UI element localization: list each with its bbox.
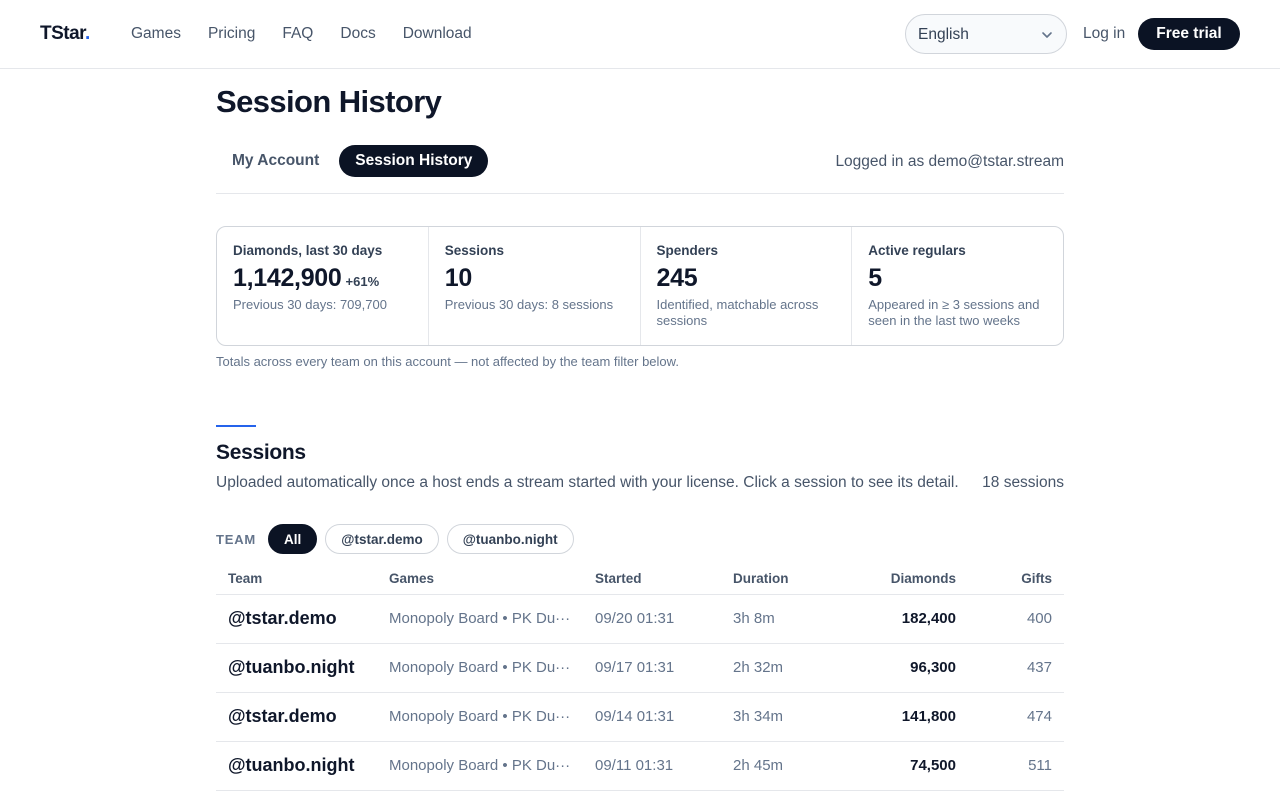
- stats-note: Totals across every team on this account…: [216, 354, 679, 369]
- row-team: @tstar.demo: [228, 706, 337, 726]
- row-games: Monopoly Board • PK Du···: [389, 659, 571, 676]
- top-nav: TStar. Games Pricing FAQ Docs Download E…: [0, 0, 1280, 69]
- language-value: English: [918, 26, 969, 43]
- stat-diamonds: Diamonds, last 30 days 1,142,900 +61% Pre…: [217, 227, 429, 345]
- stat-delta: +61%: [345, 274, 380, 289]
- row-duration: 3h 34m: [733, 708, 784, 725]
- column-header-games[interactable]: Games: [389, 571, 434, 586]
- divider: [216, 193, 1064, 194]
- column-header-gifts[interactable]: Gifts: [1021, 571, 1052, 586]
- stat-label: Active regulars: [868, 243, 966, 258]
- row-team: @tuanbo.night: [228, 657, 355, 677]
- nav-link-download[interactable]: Download: [403, 25, 472, 43]
- row-gifts: 400: [1026, 610, 1052, 627]
- nav-link-games[interactable]: Games: [131, 25, 181, 43]
- row-diamonds: 74,500: [910, 757, 956, 774]
- row-duration: 2h 32m: [733, 659, 784, 676]
- column-header-started[interactable]: Started: [595, 571, 642, 586]
- nav-link-docs[interactable]: Docs: [340, 25, 375, 43]
- stat-value: 10: [444, 264, 473, 292]
- page-title: Session History: [216, 84, 442, 119]
- stat-label: Spenders: [656, 243, 719, 258]
- column-header-team[interactable]: Team: [228, 571, 262, 586]
- row-team: @tuanbo.night: [228, 755, 355, 775]
- free-trial-button[interactable]: Free trial: [1138, 18, 1240, 50]
- stats-panel: Diamonds, last 30 days 1,142,900 +61% Pre…: [216, 226, 1064, 346]
- row-diamonds: 182,400: [901, 610, 956, 627]
- row-diamonds: 141,800: [901, 708, 956, 725]
- row-diamonds: 96,300: [910, 659, 956, 676]
- table-row[interactable]: @tuanbo.night Monopoly Board • PK Du··· …: [216, 742, 1064, 791]
- language-select[interactable]: English: [905, 14, 1067, 54]
- sessions-count: 18 sessions: [982, 474, 1064, 491]
- team-filter: TEAM All @tstar.demo @tuanbo.night: [216, 524, 582, 554]
- tab-my-account[interactable]: My Account: [216, 145, 335, 177]
- stat-label: Sessions: [444, 243, 505, 258]
- stat-subtext: Previous 30 days: 8 sessions: [444, 297, 614, 312]
- row-started: 09/14 01:31: [595, 708, 675, 725]
- row-duration: 3h 8m: [733, 610, 775, 627]
- nav-links: Games Pricing FAQ Docs Download: [131, 25, 499, 43]
- stat-subtext: Previous 30 days: 709,700: [233, 297, 387, 312]
- row-started: 09/17 01:31: [595, 659, 675, 676]
- row-games: Monopoly Board • PK Du···: [389, 708, 571, 725]
- row-games: Monopoly Board • PK Du···: [389, 610, 571, 627]
- row-duration: 2h 45m: [733, 757, 784, 774]
- stat-subtext: Appeared in ≥ 3 sessions and seen in the…: [868, 297, 1040, 328]
- row-games: Monopoly Board • PK Du···: [389, 757, 571, 774]
- section-accent-line: [216, 425, 256, 427]
- row-gifts: 474: [1026, 708, 1052, 725]
- stat-active-regulars: Active regulars 5 Appeared in ≥ 3 sessio…: [852, 227, 1063, 345]
- column-header-diamonds[interactable]: Diamonds: [891, 571, 956, 586]
- filter-chip-all[interactable]: All: [268, 524, 318, 554]
- nav-link-faq[interactable]: FAQ: [282, 25, 313, 43]
- chevron-down-icon: [1042, 32, 1052, 38]
- row-started: 09/11 01:31: [595, 757, 674, 774]
- tab-session-history[interactable]: Session History: [339, 145, 489, 177]
- row-gifts: 511: [1028, 757, 1052, 774]
- stat-spenders: Spenders 245 Identified, matchable acros…: [641, 227, 853, 345]
- column-header-duration[interactable]: Duration: [733, 571, 789, 586]
- sessions-description: Uploaded automatically once a host ends …: [216, 474, 959, 491]
- table-header: Team Games Started Duration Diamonds Gif…: [216, 562, 1064, 595]
- sessions-table: Team Games Started Duration Diamonds Gif…: [216, 562, 1064, 791]
- stat-value: 245: [656, 264, 698, 292]
- row-gifts: 437: [1026, 659, 1052, 676]
- logo[interactable]: TStar.: [40, 23, 90, 45]
- stat-value: 5: [868, 264, 882, 292]
- table-row[interactable]: @tstar.demo Monopoly Board • PK Du··· 09…: [216, 595, 1064, 644]
- stat-subtext: Identified, matchable across sessions: [656, 297, 819, 328]
- stat-label: Diamonds, last 30 days: [233, 243, 383, 258]
- login-link[interactable]: Log in: [1083, 25, 1125, 43]
- account-tabs: My Account Session History: [216, 145, 489, 177]
- table-row[interactable]: @tuanbo.night Monopoly Board • PK Du··· …: [216, 644, 1064, 693]
- stat-value: 1,142,900 +61%: [233, 264, 380, 292]
- table-row[interactable]: @tstar.demo Monopoly Board • PK Du··· 09…: [216, 693, 1064, 742]
- row-team: @tstar.demo: [228, 608, 337, 628]
- stat-sessions: Sessions 10 Previous 30 days: 8 sessions: [429, 227, 641, 345]
- team-filter-label: TEAM: [216, 531, 257, 547]
- logged-in-status: Logged in as demo@tstar.stream: [835, 153, 1064, 170]
- sessions-title: Sessions: [216, 441, 306, 464]
- filter-chip-tstar-demo[interactable]: @tstar.demo: [325, 524, 439, 554]
- filter-chip-tuanbo-night[interactable]: @tuanbo.night: [446, 524, 574, 554]
- row-started: 09/20 01:31: [595, 610, 675, 627]
- nav-link-pricing[interactable]: Pricing: [208, 25, 255, 43]
